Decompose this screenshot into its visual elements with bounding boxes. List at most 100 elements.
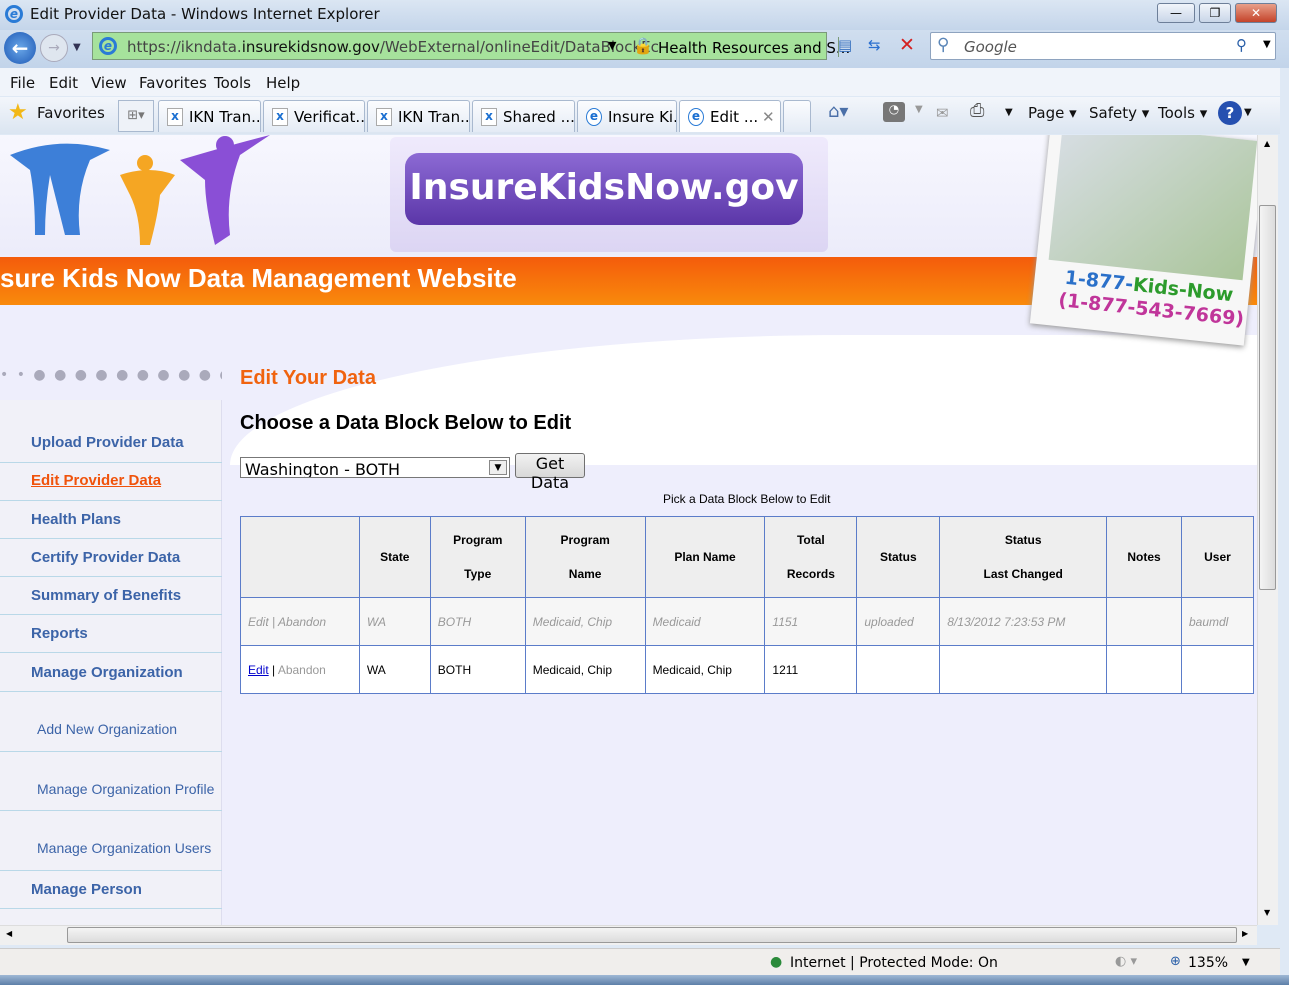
data-block-select[interactable]: Washington - BOTH ▼ [240,457,510,478]
sidebar-item-add-new-organization[interactable]: Add New Organization [0,692,222,752]
tab-shared[interactable]: x Shared ... [472,100,575,132]
sidebar-item-manage-person[interactable]: Manage Person [0,871,222,909]
zoom-icon: ⊕ [1170,954,1181,969]
tab-edit-active[interactable]: e Edit ... ✕ [679,100,781,132]
col-header-user: User [1180,516,1255,598]
menu-bar: File Edit View Favorites Tools Help [0,68,1280,96]
safety-menu[interactable]: Safety ▾ [1089,104,1149,122]
tools-menu[interactable]: Tools ▾ [1158,104,1207,122]
menu-favorites[interactable]: Favorites [139,74,207,92]
sidebar-item-health-plans[interactable]: Health Plans [0,501,222,539]
tab-ikn-tran-2[interactable]: x IKN Tran... [367,100,470,132]
kids-photo [1048,135,1257,281]
help-icon[interactable]: ? [1218,101,1242,125]
insurekidsnow-logo: InsureKidsNow.gov [405,153,803,225]
cell-program-type: BOTH [429,597,526,646]
abandon-link-disabled: Abandon [278,614,327,629]
sidebar-item-reports[interactable]: Reports [0,615,222,653]
col-header-state: State [358,516,431,598]
tab-ikn-tran-1[interactable]: x IKN Tran... [158,100,261,132]
cell-program-name: Medicaid, Chip [524,645,646,694]
search-box[interactable]: ⚲ Google ⚲ ▼ [930,32,1276,60]
binder-rings-decoration: • • ● ● ● ● ● ● ● ● ● ● ● ● [0,367,222,383]
menu-file[interactable]: File [10,74,35,92]
tab-insure-kids[interactable]: eInsure Ki... [577,100,677,132]
feeds-icon[interactable]: ◔ [883,102,905,122]
search-options-dropdown[interactable]: ▼ [1263,39,1271,50]
minimize-button[interactable]: — [1157,3,1195,23]
search-input[interactable]: Google [964,38,1017,56]
cell-total-records: 1211 [764,645,858,694]
stop-icon[interactable]: ✕ [899,34,915,56]
cell-state: WA [358,645,431,694]
home-icon[interactable]: ⌂▾ [828,101,848,122]
menu-edit[interactable]: Edit [49,74,78,92]
sidebar-item-upload-provider-data[interactable]: Upload Provider Data [0,400,222,463]
zoom-dropdown[interactable]: ▼ [1242,957,1250,968]
sidebar-item-manage-organization-users[interactable]: Manage Organization Users [0,811,222,871]
new-tab-button[interactable] [783,100,811,132]
help-dropdown[interactable]: ▼ [1244,107,1252,118]
compatibility-view-icon[interactable]: ▤ [838,36,852,54]
cell-last-changed [939,645,1108,694]
page-menu[interactable]: Page ▾ [1028,104,1077,122]
security-zone[interactable]: Internet | Protected Mode: On [790,955,998,971]
address-dropdown-icon[interactable]: ▼ [608,39,616,52]
certificate-label[interactable]: Health Resources and S... [658,39,850,57]
table-row: Edit | Abandon WA BOTH Medicaid, Chip Me… [240,645,1255,694]
sidebar-nav: Upload Provider Data Edit Provider Data … [0,400,222,925]
scroll-left-arrow-icon[interactable]: ◀ [6,929,12,938]
sidebar-item-certify-provider-data[interactable]: Certify Provider Data [0,539,222,577]
address-bar[interactable]: e https://ikndata.insurekidsnow.gov/WebE… [92,32,915,60]
scroll-up-arrow-icon[interactable]: ▲ [1264,139,1270,148]
page-icon: x [167,108,183,126]
favorites-button[interactable]: Favorites [37,104,105,122]
col-header-actions [240,516,360,598]
col-header-program-name: Program Name [524,516,646,598]
ie-icon: e [5,5,23,23]
scroll-right-arrow-icon[interactable]: ▶ [1242,929,1248,938]
scroll-down-arrow-icon[interactable]: ▼ [1264,908,1270,917]
col-header-status: Status [856,516,941,598]
row-actions: Edit | Abandon [240,645,360,694]
close-tab-icon[interactable]: ✕ [762,108,775,126]
forward-button[interactable]: → [40,34,68,62]
popup-blocker-icon[interactable]: ◐ ▾ [1115,954,1137,969]
search-icon[interactable]: ⚲ [1236,36,1247,54]
back-button[interactable]: ← [4,32,36,64]
zoom-level[interactable]: 135% [1188,955,1228,971]
url-text[interactable]: https://ikndata.insurekidsnow.gov/WebExt… [127,38,659,56]
cell-program-name: Medicaid, Chip [524,597,646,646]
sidebar-item-summary-of-benefits[interactable]: Summary of Benefits [0,577,222,615]
sidebar-item-manage-organization-profile[interactable]: Manage Organization Profile [0,752,222,811]
read-mail-icon[interactable]: ✉ [936,104,949,122]
edit-link[interactable]: Edit [248,663,269,677]
lock-icon[interactable]: 🔒 [633,36,653,55]
menu-view[interactable]: View [91,74,127,92]
print-icon[interactable]: ⎙ [970,100,984,121]
refresh-icon[interactable]: ⇆ [868,36,881,54]
horizontal-scroll-thumb[interactable] [67,927,1237,943]
sidebar-item-edit-provider-data[interactable]: Edit Provider Data [0,463,222,501]
title-bar: e Edit Provider Data - Windows Internet … [0,0,1289,30]
page-icon: x [376,108,392,126]
ie-icon: e [688,108,704,126]
recent-pages-dropdown[interactable]: ▼ [73,42,81,53]
menu-tools[interactable]: Tools [214,74,251,92]
print-dropdown[interactable]: ▼ [1005,107,1013,118]
menu-help[interactable]: Help [266,74,300,92]
vertical-scroll-thumb[interactable] [1259,205,1276,590]
get-data-button[interactable]: Get Data [515,453,585,492]
restore-button[interactable]: ❐ [1199,3,1231,23]
abandon-link[interactable]: Abandon [278,663,326,677]
page-icon: x [481,108,497,126]
tab-verificat[interactable]: x Verificat... [263,100,365,132]
col-header-total-records: Total Records [764,516,858,598]
chevron-down-icon[interactable]: ▼ [489,460,507,475]
sidebar-item-manage-organization[interactable]: Manage Organization [0,653,222,692]
quick-tabs-button[interactable]: ⊞▾ [118,100,154,132]
close-window-button[interactable]: ✕ [1235,3,1277,23]
decorative-wave [230,335,1257,465]
favorites-star-icon: ★ [8,100,28,125]
feeds-dropdown[interactable]: ▼ [915,104,923,115]
